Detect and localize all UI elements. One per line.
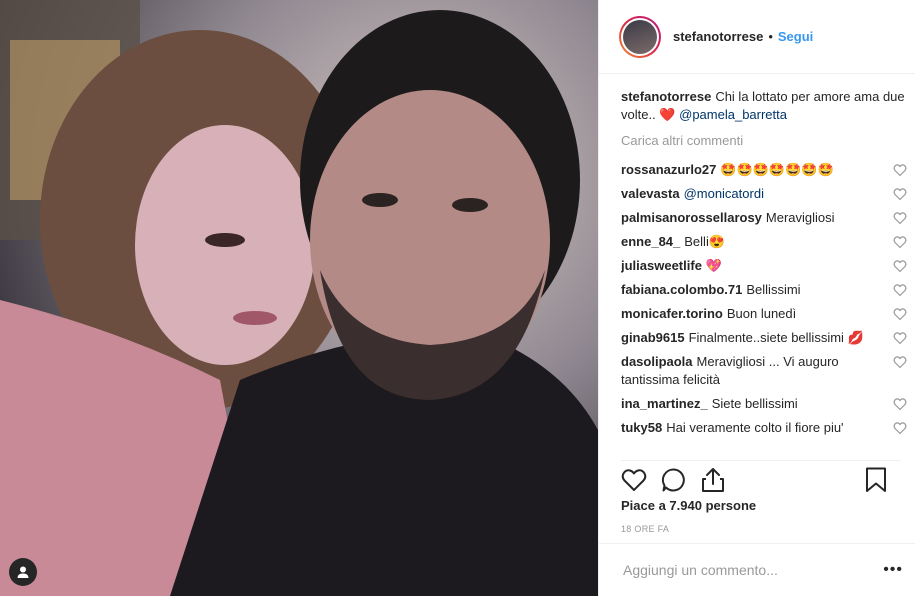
- post-timestamp: 18 ORE FA: [621, 524, 670, 534]
- comment-text-block: monicafer.torino Buon lunedì: [621, 305, 893, 323]
- comment-row: fabiana.colombo.71 Bellissimi: [621, 278, 907, 302]
- comment-username[interactable]: dasolipaola: [621, 354, 693, 369]
- more-options-button[interactable]: •••: [883, 561, 903, 579]
- post-actions-bar: [621, 460, 901, 498]
- comment-text-block: fabiana.colombo.71 Bellissimi: [621, 281, 893, 299]
- comment-text-block: dasolipaola Meravigliosi ... Vi auguro ta…: [621, 353, 893, 389]
- comment-body: Buon lunedì: [726, 306, 797, 321]
- comment-text-block: ina_martinez_ Siete bellissimi: [621, 395, 893, 413]
- bookmark-icon[interactable]: [865, 467, 887, 498]
- comment-username[interactable]: valevasta: [621, 186, 680, 201]
- comment-body: 🤩🤩🤩🤩🤩🤩🤩: [720, 162, 834, 177]
- comment-like-heart-icon[interactable]: [893, 307, 907, 321]
- likes-count[interactable]: Piace a 7.940 persone: [621, 498, 756, 513]
- comment-mention[interactable]: @monicatordi: [684, 186, 764, 201]
- add-comment-bar: •••: [599, 543, 915, 596]
- comment-body: Belli😍: [684, 234, 726, 249]
- comment-username[interactable]: monicafer.torino: [621, 306, 723, 321]
- comment-row: enne_84_ Belli😍: [621, 230, 907, 254]
- comment-like-heart-icon[interactable]: [893, 421, 907, 435]
- comment-username[interactable]: fabiana.colombo.71: [621, 282, 742, 297]
- comment-row: rossanazurlo27 🤩🤩🤩🤩🤩🤩🤩: [621, 158, 907, 182]
- comment-text-block: valevasta @monicatordi: [621, 185, 893, 203]
- selfie-illustration: [0, 0, 598, 596]
- instagram-post-view: stefanotorrese • Segui stefanotorrese Chi…: [0, 0, 915, 596]
- load-more-comments-button[interactable]: Carica altri commenti: [621, 132, 907, 150]
- comment-username[interactable]: palmisanorossellarosy: [621, 210, 762, 225]
- comment-row: juliasweetlife 💖: [621, 254, 907, 278]
- comment-username[interactable]: rossanazurlo27: [621, 162, 716, 177]
- comment-body: Finalmente..siete bellissimi 💋: [688, 330, 864, 345]
- comment-username[interactable]: ina_martinez_: [621, 396, 708, 411]
- comment-like-heart-icon[interactable]: [893, 163, 907, 177]
- post-photo[interactable]: [0, 0, 598, 596]
- follow-button[interactable]: Segui: [778, 29, 813, 44]
- comment-username[interactable]: enne_84_: [621, 234, 680, 249]
- avatar[interactable]: [619, 15, 661, 58]
- comment-like-heart-icon[interactable]: [893, 397, 907, 411]
- comment-row: ginab9615 Finalmente..siete bellissimi 💋: [621, 326, 907, 350]
- comment-row: valevasta @monicatordi: [621, 182, 907, 206]
- post-caption: stefanotorrese Chi la lottato per amore a…: [621, 88, 907, 124]
- post-header: stefanotorrese • Segui: [599, 0, 915, 74]
- user-tag-icon[interactable]: [9, 558, 37, 586]
- comment-like-heart-icon[interactable]: [893, 211, 907, 225]
- comment-row: tuky58 Hai veramente colto il fiore piu': [621, 416, 907, 440]
- comment-like-heart-icon[interactable]: [893, 235, 907, 249]
- comment-icon[interactable]: [661, 467, 687, 498]
- caption-mention[interactable]: @pamela_barretta: [679, 107, 787, 122]
- post-side-panel: stefanotorrese • Segui stefanotorrese Chi…: [598, 0, 915, 596]
- comment-text-block: rossanazurlo27 🤩🤩🤩🤩🤩🤩🤩: [621, 161, 893, 179]
- comment-like-heart-icon[interactable]: [893, 187, 907, 201]
- profile-picture: [623, 19, 657, 54]
- comment-like-heart-icon[interactable]: [893, 259, 907, 273]
- comment-row: dasolipaola Meravigliosi ... Vi auguro ta…: [621, 350, 907, 392]
- share-icon[interactable]: [701, 467, 725, 498]
- separator: •: [768, 29, 773, 44]
- comment-username[interactable]: ginab9615: [621, 330, 685, 345]
- comment-row: palmisanorossellarosy Meravigliosi: [621, 206, 907, 230]
- comments-list: stefanotorrese Chi la lottato per amore a…: [621, 88, 907, 454]
- comment-body: Hai veramente colto il fiore piu': [666, 420, 844, 435]
- comment-like-heart-icon[interactable]: [893, 355, 907, 369]
- comment-text-block: ginab9615 Finalmente..siete bellissimi 💋: [621, 329, 893, 347]
- person-glyph: [17, 566, 29, 578]
- comment-rows: rossanazurlo27 🤩🤩🤩🤩🤩🤩🤩 valevasta @monicator…: [621, 158, 907, 440]
- comment-username[interactable]: juliasweetlife: [621, 258, 702, 273]
- heart-icon[interactable]: [621, 468, 647, 497]
- comment-body: Meravigliosi: [765, 210, 835, 225]
- comment-row: monicafer.torino Buon lunedì: [621, 302, 907, 326]
- comment-text-block: juliasweetlife 💖: [621, 257, 893, 275]
- comment-text-block: palmisanorossellarosy Meravigliosi: [621, 209, 893, 227]
- add-comment-input[interactable]: [621, 561, 884, 579]
- comment-like-heart-icon[interactable]: [893, 283, 907, 297]
- caption-username[interactable]: stefanotorrese: [621, 89, 711, 104]
- comment-row: ina_martinez_ Siete bellissimi: [621, 392, 907, 416]
- comment-like-heart-icon[interactable]: [893, 331, 907, 345]
- post-username[interactable]: stefanotorrese: [673, 29, 763, 44]
- red-heart-emoji: ❤️: [659, 107, 676, 122]
- comment-text-block: enne_84_ Belli😍: [621, 233, 893, 251]
- comment-username[interactable]: tuky58: [621, 420, 662, 435]
- comment-body: Siete bellissimi: [711, 396, 798, 411]
- comment-body: Bellissimi: [746, 282, 801, 297]
- comment-text-block: tuky58 Hai veramente colto il fiore piu': [621, 419, 893, 437]
- comment-body: 💖: [705, 258, 723, 273]
